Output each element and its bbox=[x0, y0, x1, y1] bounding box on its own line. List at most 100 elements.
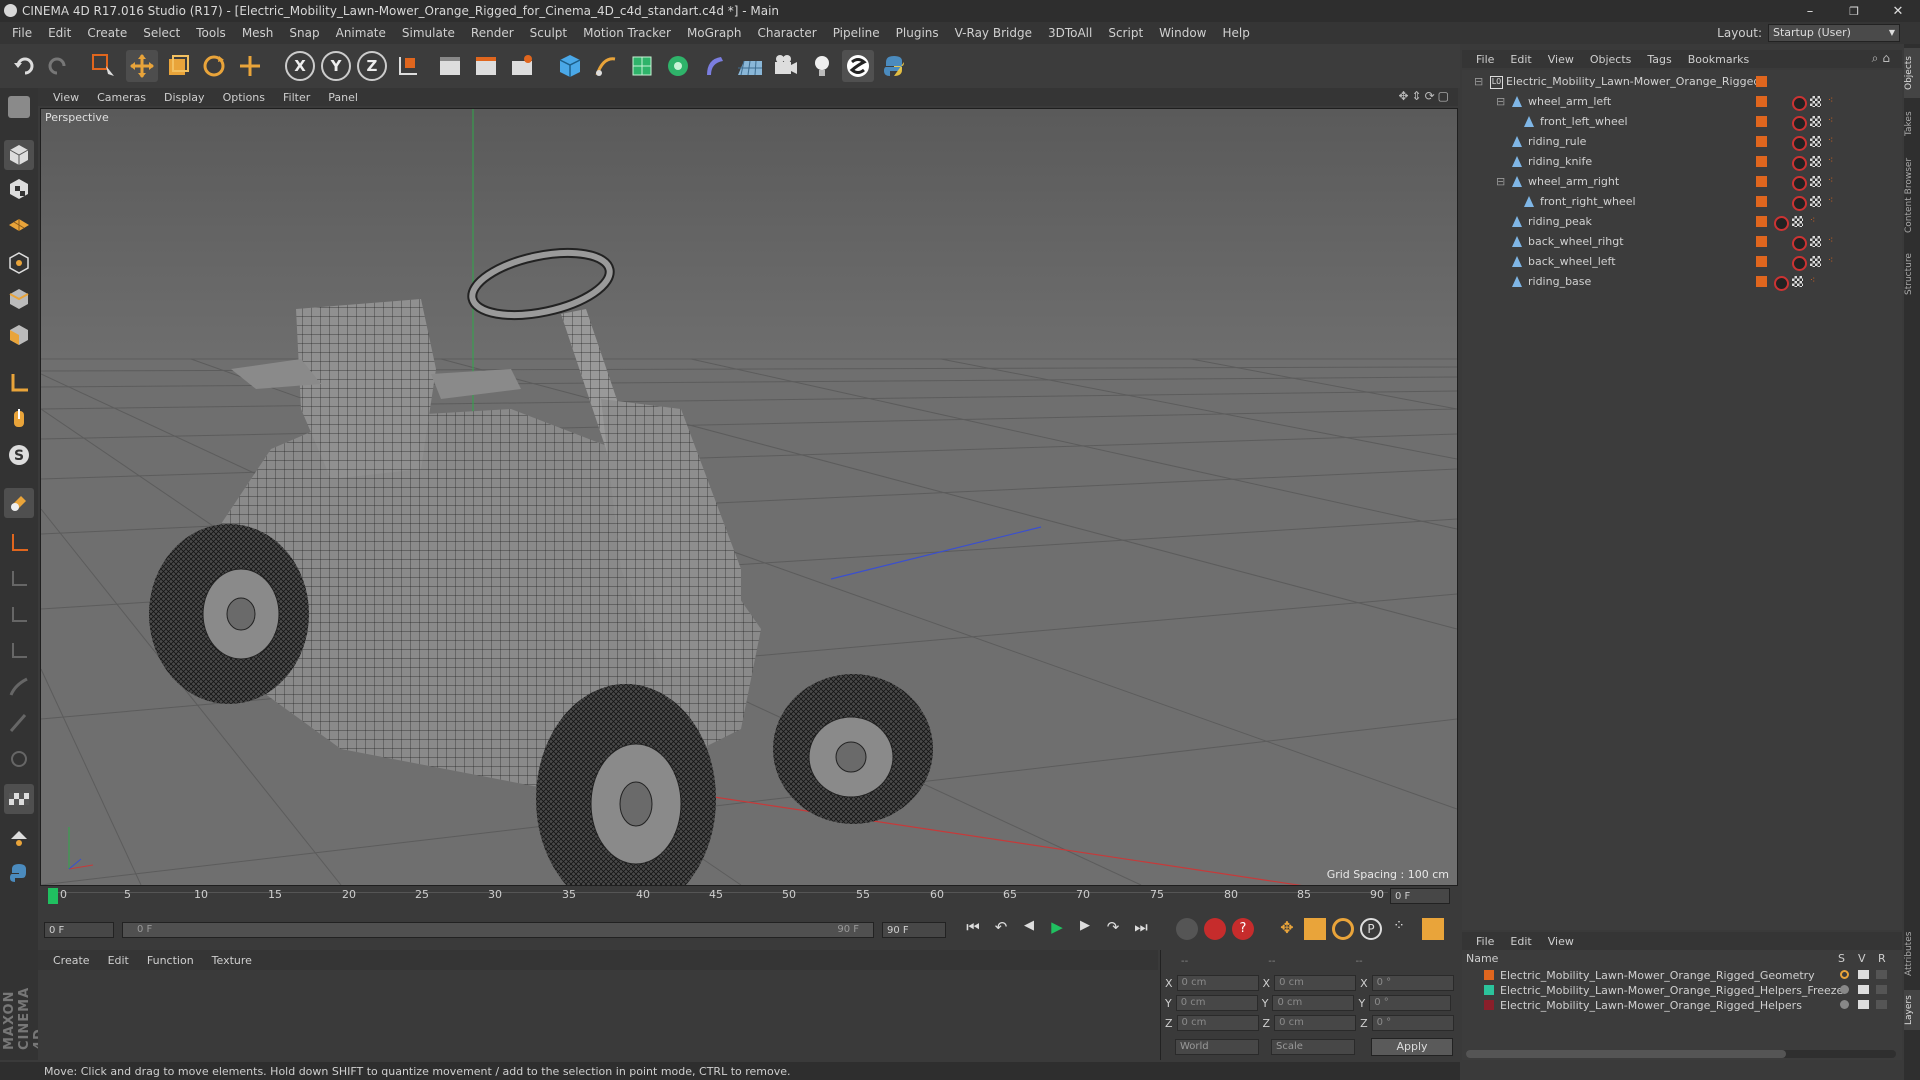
size-z-field[interactable]: 0 cm bbox=[1274, 1015, 1357, 1031]
cube-primitive-button[interactable] bbox=[554, 50, 586, 82]
timeline-window-icon[interactable] bbox=[1422, 918, 1444, 940]
layer-color-swatch[interactable] bbox=[1484, 970, 1494, 980]
menu-vray-bridge[interactable]: V-Ray Bridge bbox=[947, 26, 1040, 40]
menu-pipeline[interactable]: Pipeline bbox=[825, 26, 888, 40]
texture-tag-icon[interactable] bbox=[1810, 256, 1821, 267]
material-menu-create[interactable]: Create bbox=[44, 954, 99, 967]
render-toggle-icon[interactable] bbox=[1876, 985, 1887, 994]
play-icon[interactable]: ▶ bbox=[1046, 918, 1068, 940]
step-forward-icon[interactable]: ▶ bbox=[1074, 918, 1096, 940]
weight-tag-icon[interactable]: ⁖ bbox=[1810, 216, 1821, 227]
texture-tag-icon[interactable] bbox=[1792, 276, 1803, 287]
lock-x-button[interactable] bbox=[4, 564, 34, 594]
visible-eye-icon[interactable] bbox=[1858, 985, 1869, 994]
points-mode-button[interactable] bbox=[4, 248, 34, 278]
layer-color-swatch[interactable] bbox=[1484, 1000, 1494, 1010]
loop-button[interactable] bbox=[4, 744, 34, 774]
rotation-b-field[interactable]: 0 ° bbox=[1371, 1015, 1454, 1031]
snap-button[interactable]: S bbox=[4, 440, 34, 470]
weight-tag-icon[interactable]: ⁖ bbox=[1828, 196, 1839, 207]
key-rotation-icon[interactable] bbox=[1332, 918, 1354, 940]
menu-create[interactable]: Create bbox=[79, 26, 135, 40]
menu-character[interactable]: Character bbox=[749, 26, 824, 40]
next-key-icon[interactable]: ↷ bbox=[1102, 918, 1124, 940]
material-tag-icon[interactable] bbox=[1792, 136, 1807, 151]
layer-menu-edit[interactable]: Edit bbox=[1502, 935, 1539, 948]
workplane-mode-button[interactable] bbox=[4, 208, 34, 238]
layer-color-swatch[interactable] bbox=[1484, 985, 1494, 995]
layer-row[interactable]: Electric_Mobility_Lawn-Mower_Orange_Rigg… bbox=[1462, 968, 1902, 983]
minimize-button[interactable]: – bbox=[1788, 0, 1832, 22]
object-row[interactable]: front_right_wheel ⁖ bbox=[1462, 192, 1902, 212]
python-button[interactable] bbox=[878, 50, 910, 82]
object-row[interactable]: ⊟ L0 Electric_Mobility_Lawn-Mower_Orange… bbox=[1462, 72, 1902, 92]
position-y-field[interactable]: 0 cm bbox=[1175, 995, 1258, 1011]
coordinate-mode-select[interactable]: World bbox=[1175, 1039, 1259, 1055]
viewport-menu-display[interactable]: Display bbox=[155, 91, 214, 104]
menu-script[interactable]: Script bbox=[1100, 26, 1151, 40]
transform-tool-button[interactable] bbox=[234, 50, 266, 82]
collapse-toggle-icon[interactable]: ⊟ bbox=[1496, 175, 1505, 188]
menu-3dtoall[interactable]: 3DToAll bbox=[1040, 26, 1100, 40]
menu-window[interactable]: Window bbox=[1151, 26, 1214, 40]
material-menu-texture[interactable]: Texture bbox=[203, 954, 261, 967]
coordinate-system-button[interactable] bbox=[392, 50, 424, 82]
weight-tag-icon[interactable]: ⁖ bbox=[1828, 96, 1839, 107]
key-parameter-icon[interactable]: P bbox=[1360, 918, 1382, 940]
menu-animate[interactable]: Animate bbox=[328, 26, 394, 40]
key-pla-icon[interactable]: ⁘ bbox=[1388, 918, 1410, 940]
object-menu-file[interactable]: File bbox=[1468, 53, 1502, 66]
camera-button[interactable] bbox=[770, 50, 802, 82]
material-tag-icon[interactable] bbox=[1792, 176, 1807, 191]
tab-structure[interactable]: Structure bbox=[1904, 246, 1920, 302]
solo-toggle-icon[interactable] bbox=[1840, 970, 1849, 979]
weight-tag-icon[interactable]: ⁖ bbox=[1810, 276, 1821, 287]
layer-horizontal-scrollbar[interactable] bbox=[1466, 1050, 1896, 1058]
texture-tag-icon[interactable] bbox=[1810, 176, 1821, 187]
close-button[interactable]: ✕ bbox=[1876, 0, 1920, 22]
position-x-field[interactable]: 0 cm bbox=[1176, 975, 1259, 991]
material-menu-edit[interactable]: Edit bbox=[99, 954, 138, 967]
weight-tag-icon[interactable]: ⁖ bbox=[1828, 176, 1839, 187]
make-editable-button[interactable] bbox=[4, 92, 34, 122]
render-settings-button[interactable] bbox=[506, 50, 538, 82]
object-menu-bookmarks[interactable]: Bookmarks bbox=[1680, 53, 1757, 66]
tab-attributes[interactable]: Attributes bbox=[1904, 924, 1920, 984]
object-row[interactable]: front_left_wheel ⁖ bbox=[1462, 112, 1902, 132]
texture-tag-icon[interactable] bbox=[1810, 236, 1821, 247]
cloner-button[interactable] bbox=[662, 50, 694, 82]
light-button[interactable] bbox=[806, 50, 838, 82]
viewport-menu-view[interactable]: View bbox=[44, 91, 88, 104]
layer-menu-view[interactable]: View bbox=[1540, 935, 1582, 948]
viewport-menu-options[interactable]: Options bbox=[214, 91, 274, 104]
object-row[interactable]: riding_rule ⁖ bbox=[1462, 132, 1902, 152]
key-scale-icon[interactable] bbox=[1304, 918, 1326, 940]
current-frame-field[interactable]: 0 F bbox=[1390, 888, 1450, 904]
menu-simulate[interactable]: Simulate bbox=[394, 26, 463, 40]
quantize-button[interactable] bbox=[4, 528, 34, 558]
layer-menu-file[interactable]: File bbox=[1468, 935, 1502, 948]
object-row[interactable]: ⊟ wheel_arm_left ⁖ bbox=[1462, 92, 1902, 112]
collapse-toggle-icon[interactable]: ⊟ bbox=[1496, 95, 1505, 108]
rotation-h-field[interactable]: 0 ° bbox=[1371, 975, 1454, 991]
size-y-field[interactable]: 0 cm bbox=[1272, 995, 1355, 1011]
vray-button[interactable] bbox=[842, 50, 874, 82]
timeline-ruler[interactable]: 0 5 10 15 20 25 30 35 40 45 50 55 60 65 … bbox=[40, 886, 1450, 910]
viewport-label[interactable]: Perspective bbox=[45, 111, 109, 124]
texture-tag-icon[interactable] bbox=[1810, 136, 1821, 147]
solo-toggle-icon[interactable] bbox=[1840, 1000, 1849, 1009]
object-menu-edit[interactable]: Edit bbox=[1502, 53, 1539, 66]
render-toggle-icon[interactable] bbox=[1876, 1000, 1887, 1009]
lock-y-button[interactable] bbox=[4, 600, 34, 630]
render-picture-viewer-button[interactable] bbox=[470, 50, 502, 82]
visible-eye-icon[interactable] bbox=[1858, 1000, 1869, 1009]
menu-file[interactable]: File bbox=[4, 26, 40, 40]
viewport-menu-panel[interactable]: Panel bbox=[319, 91, 367, 104]
menu-tools[interactable]: Tools bbox=[188, 26, 234, 40]
menu-edit[interactable]: Edit bbox=[40, 26, 79, 40]
material-tag-icon[interactable] bbox=[1792, 256, 1807, 271]
x-axis-button[interactable]: X bbox=[284, 50, 316, 82]
3d-viewport[interactable]: Perspective Grid Spacing : 100 cm bbox=[40, 108, 1458, 886]
scale-mode-select[interactable]: Scale bbox=[1271, 1039, 1355, 1055]
menu-select[interactable]: Select bbox=[135, 26, 188, 40]
